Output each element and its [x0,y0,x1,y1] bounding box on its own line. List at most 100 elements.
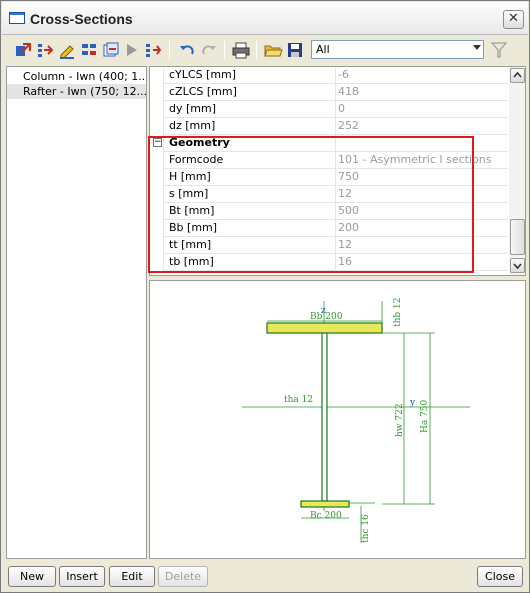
axis-label-y: y [409,398,416,408]
filter-combo-value: All [316,43,330,56]
window-title: Cross-Sections [30,11,133,27]
column-divider [335,84,336,101]
property-name: dy [mm] [169,102,217,115]
button-bar: New Insert Edit Delete Close [1,563,529,591]
cross-sections-window: Cross-Sections ✕ All Column - Iwn (400; … [0,0,530,593]
column-divider [335,118,336,135]
group-title: Geometry [169,136,230,149]
property-row[interactable]: tt [mm] 12 [150,237,508,254]
print-icon[interactable] [231,40,251,60]
delete-icon[interactable] [123,40,143,60]
column-divider [335,203,336,220]
row-gutter [150,254,164,271]
dim-label-ha: Ha 750 [420,399,430,433]
property-value[interactable]: 0 [338,102,345,115]
property-value[interactable]: 101 - Asymmetric I sections [338,153,491,166]
material-icon[interactable] [143,40,163,60]
property-row[interactable]: H [mm] 750 [150,169,508,186]
column-divider [335,186,336,203]
open-folder-icon[interactable] [263,40,283,60]
scroll-up-button[interactable] [510,68,525,83]
delete-button[interactable]: Delete [158,566,208,587]
property-name: cYLCS [mm] [169,68,237,81]
row-gutter [150,237,164,254]
column-divider [335,152,336,169]
new-button[interactable]: New [8,566,56,587]
import-icon[interactable] [35,40,55,60]
row-gutter [150,101,164,118]
collapse-icon[interactable]: − [153,138,162,147]
list-item[interactable]: Rafter - Iwn (750; 12... [7,84,146,99]
property-value[interactable]: 418 [338,85,359,98]
insert-button[interactable]: Insert [59,566,105,587]
dim-label-hw: hw 722 [395,403,405,437]
column-divider [335,254,336,271]
property-row[interactable]: dz [mm] 252 [150,118,508,135]
row-gutter [150,203,164,220]
save-icon[interactable] [285,40,305,60]
title-bar: Cross-Sections ✕ [2,2,528,35]
axis-label-z: z [321,306,326,316]
column-divider [335,67,336,84]
edit-button[interactable]: Edit [109,566,155,587]
row-gutter [150,67,164,84]
close-window-button[interactable]: ✕ [503,10,524,29]
property-name: tt [mm] [169,238,212,251]
property-row[interactable]: tb [mm] 16 [150,254,508,271]
property-name: Formcode [169,153,224,166]
property-row[interactable]: cYLCS [mm] -6 [150,67,508,84]
property-row[interactable]: dy [mm] 0 [150,101,508,118]
close-button[interactable]: Close [477,566,523,587]
property-value[interactable]: 750 [338,170,359,183]
dim-label-thb: thb 12 [393,298,403,328]
property-grid-scrollbar[interactable] [509,67,525,275]
dim-label-bb: Bb 200 [310,312,343,322]
filter-icon[interactable] [489,40,509,60]
scroll-down-button[interactable] [510,258,525,273]
column-divider [335,135,336,152]
toolbar-separator [224,41,225,59]
window-icon [9,12,25,24]
property-value[interactable]: 200 [338,221,359,234]
geometry-group-row[interactable]: − Geometry [150,135,508,152]
dim-label-bc: Bc 200 [310,511,342,521]
property-row[interactable]: Bt [mm] 500 [150,203,508,220]
property-value[interactable]: -6 [338,68,349,81]
property-value[interactable]: 12 [338,238,352,251]
edit-icon[interactable] [57,40,77,60]
toolbar-separator [256,41,257,59]
property-row[interactable]: Formcode 101 - Asymmetric I sections [150,152,508,169]
property-value[interactable]: 12 [338,187,352,200]
property-row[interactable]: s [mm] 12 [150,186,508,203]
dim-label-thc: thc 16 [361,514,371,543]
property-name: tb [mm] [169,255,214,268]
section-preview: Bb 200 z y tha 12 Bc 200 thb 12 hw 722 H… [149,280,526,559]
new-section-icon[interactable] [13,40,33,60]
column-divider [335,169,336,186]
property-name: dz [mm] [169,119,216,132]
filter-combo[interactable]: All [311,40,484,59]
undo-icon[interactable] [177,40,197,60]
property-value[interactable]: 16 [338,255,352,268]
property-row[interactable]: Bb [mm] 200 [150,220,508,237]
column-divider [335,237,336,254]
column-divider [335,220,336,237]
bottom-flange [300,500,350,508]
property-name: H [mm] [169,170,211,183]
row-gutter [150,169,164,186]
property-name: Bb [mm] [169,221,218,234]
property-value[interactable]: 500 [338,204,359,217]
property-grid: cYLCS [mm] -6 cZLCS [mm] 418 dy [mm] 0 d… [149,66,526,276]
scroll-thumb[interactable] [510,219,525,255]
top-flange [266,322,383,334]
property-name: s [mm] [169,187,209,200]
property-row[interactable]: cZLCS [mm] 418 [150,84,508,101]
list-item[interactable]: Column - Iwn (400; 1... [7,69,146,84]
row-gutter [150,220,164,237]
property-value[interactable]: 252 [338,119,359,132]
row-gutter [150,118,164,135]
export-icon[interactable] [101,40,121,60]
copy-icon[interactable] [79,40,99,60]
redo-icon[interactable] [199,40,219,60]
row-gutter [150,186,164,203]
